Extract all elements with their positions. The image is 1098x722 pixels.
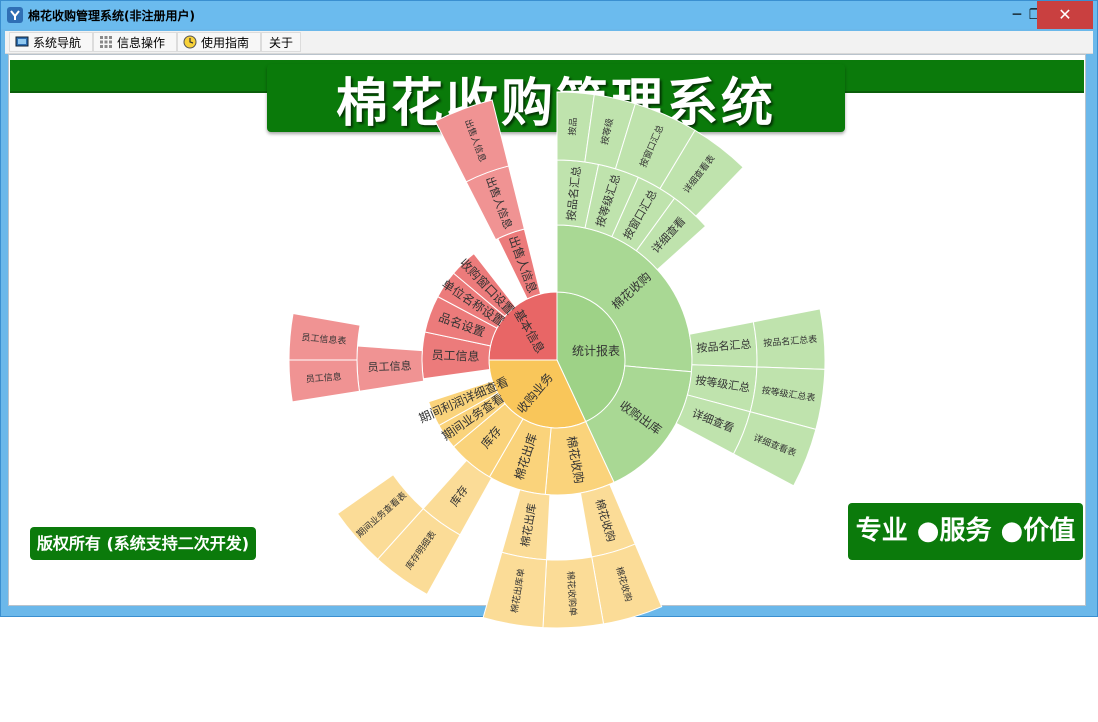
sunburst-label: 员工信息	[431, 347, 480, 364]
sunburst-label: 员工信息	[367, 358, 412, 374]
sunburst-segment-r4e[interactable]: 按品名汇总表	[752, 308, 826, 370]
sunburst-segment-r3i[interactable]: 棉花出库	[501, 489, 551, 561]
sunburst-segment-r4m[interactable]: 员工信息	[288, 359, 361, 403]
sunburst-segment-r3k[interactable]: 员工信息	[356, 345, 425, 392]
menu-sunburst: 统计报表收购业务基本信息棉花收购收购出库棉花收购棉花出库库存期间业务查看期间利润…	[288, 91, 826, 629]
copyright-badge: 版权所有 (系统支持二次开发)	[30, 527, 256, 560]
sunburst-label: 统计报表	[572, 343, 620, 358]
sunburst-segment-r3h[interactable]: 棉花收购	[579, 483, 636, 558]
sunburst-segment-r4j[interactable]: 棉花出库单	[482, 551, 548, 629]
slogan-badge: 专业 ●服务 ●价值	[848, 503, 1083, 560]
sunburst-segment-r4o[interactable]: 出售人信息	[434, 99, 510, 183]
sunburst-segment-r4h[interactable]: 棉花收购	[591, 543, 663, 625]
sunburst-segment-r4n[interactable]: 员工信息表	[288, 312, 361, 361]
sunburst-segment-r2l[interactable]: 出售人信息	[497, 228, 542, 300]
sunburst-segment-r3e[interactable]: 按品名汇总	[688, 321, 758, 368]
